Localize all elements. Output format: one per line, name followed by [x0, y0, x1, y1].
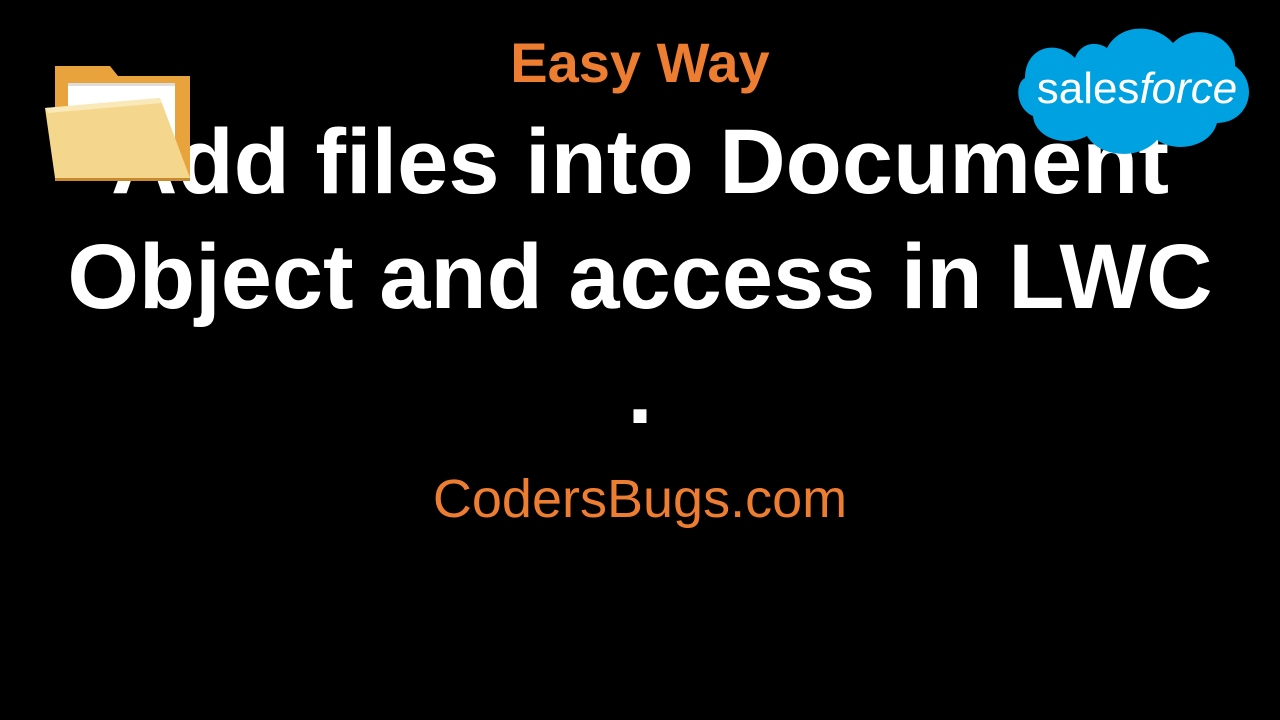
svg-text:salesforce: salesforce [1037, 64, 1238, 113]
salesforce-text-part2: force [1139, 64, 1237, 113]
folder-icon [40, 48, 210, 193]
website-name: CodersBugs.com [433, 468, 847, 530]
salesforce-text-part1: sales [1037, 64, 1140, 113]
subtitle: Easy Way [510, 30, 769, 95]
salesforce-logo: salesforce [1015, 8, 1260, 178]
